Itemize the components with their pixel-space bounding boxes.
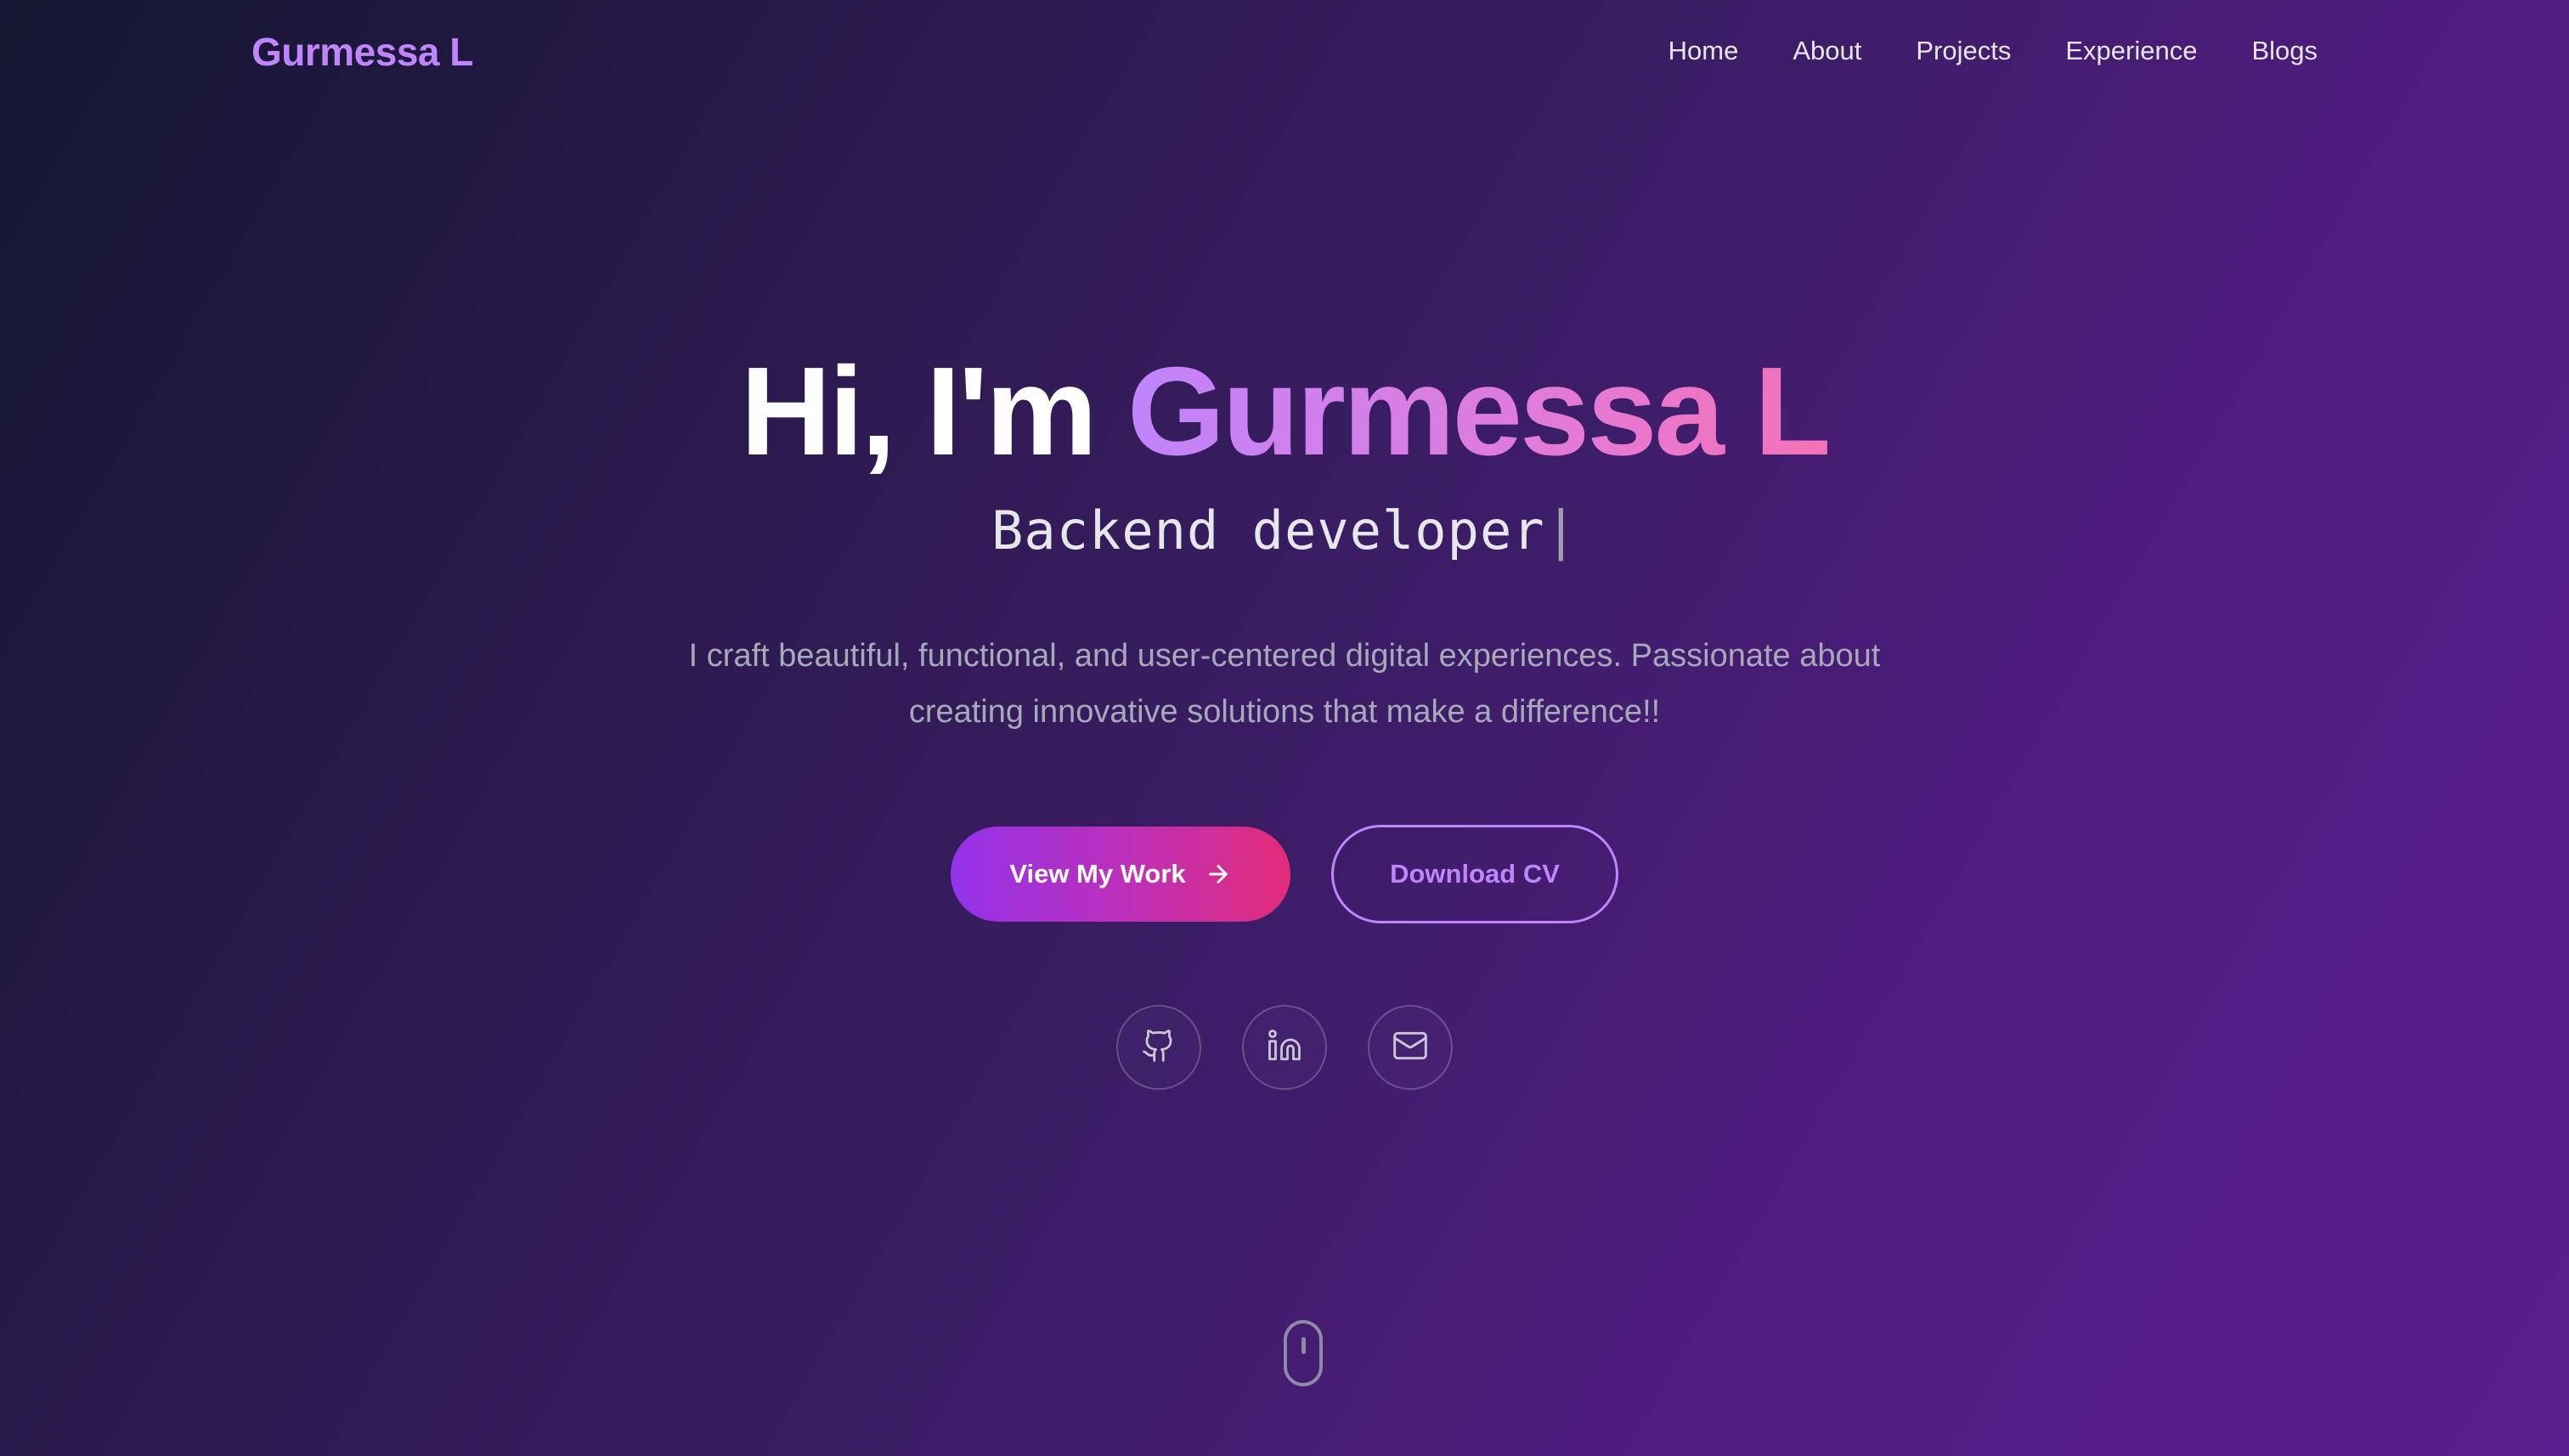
mouse-wheel xyxy=(1301,1337,1306,1354)
linkedin-icon xyxy=(1267,1028,1302,1068)
hero-name: Gurmessa L xyxy=(1126,341,1831,482)
hero-description: I craft beautiful, functional, and user-… xyxy=(688,638,1881,730)
arrow-right-icon xyxy=(1205,861,1232,888)
mouse-scroll-icon[interactable] xyxy=(1284,1320,1323,1386)
nav-link-home[interactable]: Home xyxy=(1668,36,1739,66)
email-link[interactable] xyxy=(1368,1005,1453,1090)
view-my-work-button[interactable]: View My Work xyxy=(951,827,1290,922)
hero-buttons: View My Work Download CV xyxy=(0,825,2569,923)
linkedin-link[interactable] xyxy=(1242,1005,1327,1090)
hero-section: Hi, I'm Gurmessa L Backend developer| I … xyxy=(0,340,2569,1090)
nav-link-blogs[interactable]: Blogs xyxy=(2251,36,2318,66)
hero-headline: Hi, I'm Gurmessa L xyxy=(0,340,2569,484)
site-logo[interactable]: Gurmessa L xyxy=(251,29,473,75)
hero-greeting: Hi, I'm xyxy=(740,341,1127,482)
github-link[interactable] xyxy=(1116,1005,1201,1090)
navbar: Gurmessa L Home About Projects Experienc… xyxy=(0,0,2569,110)
role-text: Backend developer xyxy=(991,499,1545,562)
download-cv-button[interactable]: Download CV xyxy=(1331,825,1618,923)
nav-link-projects[interactable]: Projects xyxy=(1916,36,2011,66)
mail-icon xyxy=(1392,1027,1429,1069)
hero-role: Backend developer| xyxy=(0,499,2569,562)
social-links xyxy=(0,1005,2569,1090)
nav-links: Home About Projects Experience Blogs xyxy=(1668,36,2318,66)
nav-link-experience[interactable]: Experience xyxy=(2065,36,2197,66)
github-icon xyxy=(1141,1028,1177,1068)
nav-link-about[interactable]: About xyxy=(1793,36,1861,66)
typing-cursor: | xyxy=(1544,499,1578,562)
view-my-work-label: View My Work xyxy=(1009,859,1186,889)
